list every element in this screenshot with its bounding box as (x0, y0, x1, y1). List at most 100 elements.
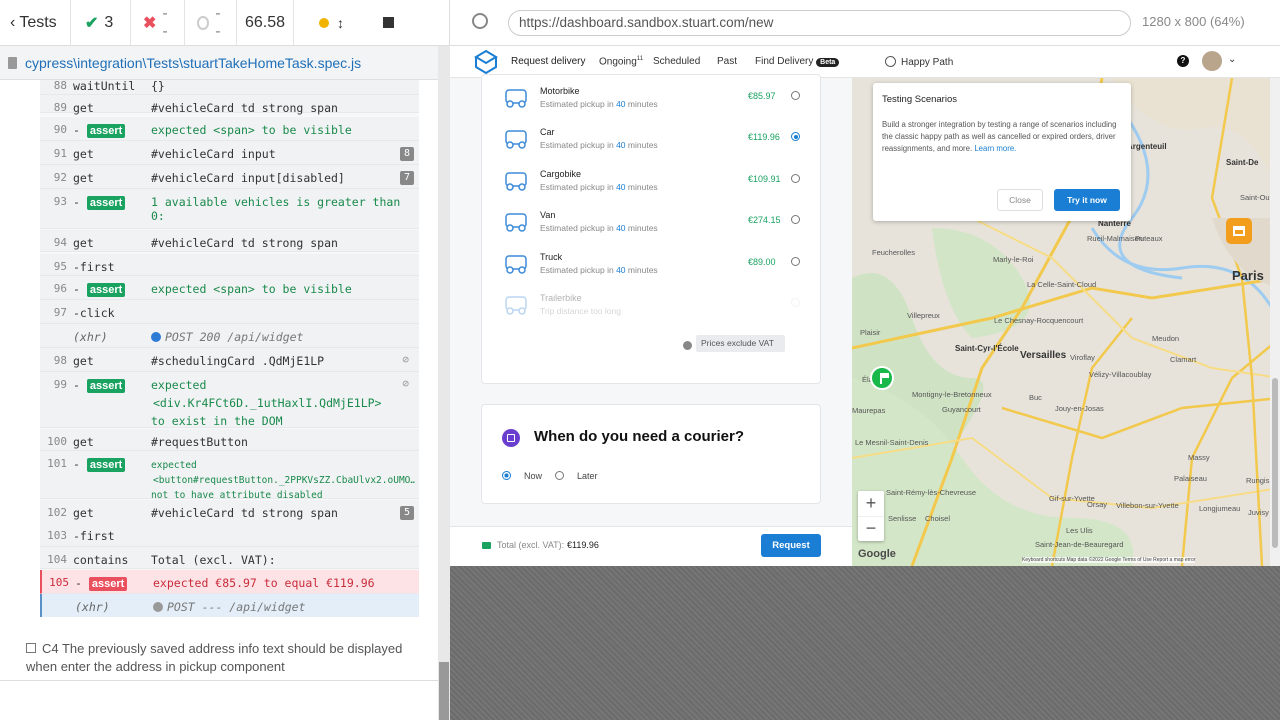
message-line-3: to exist in the DOM (151, 414, 283, 428)
command-name: -first (73, 529, 115, 543)
assert-badge: assert (86, 379, 126, 393)
eta-minutes: 40 (616, 140, 626, 150)
try-it-now-button[interactable]: Try it now (1054, 189, 1120, 211)
command-log-row[interactable]: 102 get #vehicleCard td strong span 5 (40, 500, 419, 524)
command-log-row[interactable]: 98 get #schedulingCard .QdMjE1LP ⊘ (40, 348, 419, 372)
vehicle-option[interactable]: Truck Estimated pickup in 40 minutes €89.0… (502, 252, 802, 282)
chevron-left-icon: ‹ (10, 13, 16, 31)
map-place-label: Massy (1188, 453, 1210, 462)
command-log-row[interactable]: (xhr) POST 200 /api/widget (40, 324, 419, 348)
command-log-row[interactable]: 100 get #requestButton (40, 429, 419, 451)
map-place-label: Choisel (925, 514, 951, 523)
map-place-label: Jouy-en-Josas (1055, 404, 1104, 413)
close-button[interactable]: Close (997, 189, 1043, 211)
command-log-row[interactable]: (xhr) POST --- /api/widget (40, 594, 419, 617)
vehicle-option[interactable]: Motorbike Estimated pickup in 40 minutes €… (502, 86, 802, 116)
nav-find-delivery[interactable]: Find Delivery Beta (755, 56, 840, 67)
element-count-badge: 7 (400, 171, 414, 185)
command-log-row[interactable]: 99 - assert-assert expected <div.Kr4FCt6D.… (40, 372, 419, 428)
url-input[interactable]: https://dashboard.sandbox.stuart.com/new (508, 10, 1131, 36)
unused-viewport-area (450, 566, 1280, 720)
map-place-label: Palaiseau (1174, 474, 1207, 483)
line-number: 93 (53, 195, 67, 208)
map-attribution[interactable]: Keyboard shortcuts Map data ©2022 Google… (1022, 557, 1196, 563)
command-log-row[interactable]: 101 - assert-assert expected <button#reque… (40, 451, 419, 501)
radio-icon (791, 298, 800, 307)
vehicle-option[interactable]: Van Estimated pickup in 40 minutes €274.15 (502, 210, 802, 240)
command-log-row[interactable]: 88 waitUntil {} (40, 80, 419, 95)
viewport-size: 1280 x 800 (64%) (1142, 14, 1245, 29)
command-log-row[interactable]: 103 -first (40, 523, 419, 547)
radio-icon[interactable] (791, 91, 800, 100)
page-scrollbar-thumb[interactable] (1272, 378, 1278, 548)
nav-past[interactable]: Past (717, 56, 737, 67)
runner-scrollbar[interactable] (438, 46, 450, 720)
command-log-row[interactable]: 94 get #vehicleCard td strong span (40, 230, 419, 252)
command-log-row[interactable]: 105 - assert-assert expected €85.97 to eq… (40, 570, 419, 594)
stuart-logo-icon[interactable] (474, 50, 498, 74)
zoom-out-button[interactable]: − (858, 516, 884, 541)
command-log-row[interactable]: 89 get #vehicleCard td strong span (40, 95, 419, 115)
chevron-down-icon[interactable]: ⌄ (1228, 54, 1236, 65)
avatar[interactable] (1202, 51, 1222, 71)
eta-prefix: Estimated pickup in (540, 140, 617, 150)
element-count-badge: 8 (400, 147, 414, 161)
command-message: expected <span> to be visible (151, 123, 352, 137)
crosshair-icon[interactable] (472, 13, 488, 29)
cash-icon (482, 542, 491, 549)
scrollbar-thumb[interactable] (439, 662, 449, 720)
nav-scheduled[interactable]: Scheduled (653, 56, 700, 67)
pending-test-c4[interactable]: C4 The previously saved address info tex… (26, 640, 426, 676)
eta-prefix: Estimated pickup in (540, 265, 617, 275)
command-log-row[interactable]: 97 -click (40, 300, 419, 324)
happy-path-selector[interactable]: Happy Path (885, 56, 953, 68)
radio-icon[interactable] (791, 257, 800, 266)
command-name: get (73, 171, 94, 185)
later-radio[interactable]: Later (555, 471, 598, 481)
autoscroll-icon[interactable]: ↕ (337, 15, 344, 31)
map-place-label: Rungis (1246, 476, 1270, 485)
map[interactable]: Argenteuil Saint-De Nanterre Rueil-Malmaiso… (852, 78, 1280, 566)
vehicle-option[interactable]: Car Estimated pickup in 40 minutes €119.96 (502, 127, 802, 157)
flag-marker-icon[interactable] (870, 366, 894, 390)
nav-ongoing[interactable]: Ongoing11 (599, 56, 643, 67)
stuart-dashboard: Request delivery Ongoing11 Scheduled Pas… (450, 46, 1280, 566)
tests-button[interactable]: ‹ Tests (0, 0, 71, 46)
cypress-runner-panel: ‹ Tests ✔ 3 ✖ -- -- 66.58 ↕ cypress\inte… (0, 0, 450, 720)
command-log-row[interactable]: 104 contains Total (excl. VAT): (40, 547, 419, 569)
command-log-row[interactable]: 93 - assert-assert 1 available vehicles i… (40, 189, 419, 243)
radio-icon[interactable] (791, 174, 800, 183)
failed-stat: ✖ -- (131, 0, 185, 46)
element-count-badge: 5 (400, 506, 414, 520)
command-message: expected <div.Kr4FCt6D._1utHaxlI.QdMjE1LP… (151, 378, 381, 428)
radio-icon[interactable] (791, 215, 800, 224)
map-place-label: Vélizy-Villacoublay (1089, 370, 1152, 379)
command-log-row[interactable]: 92 get #vehicleCard input[disabled] 7 (40, 165, 419, 189)
zoom-in-button[interactable]: + (858, 491, 884, 516)
command-log-row[interactable]: 96 - assert-assert expected <span> to be … (40, 276, 419, 300)
spec-file-bar[interactable]: cypress\integration\Tests\stuartTakeHome… (0, 46, 438, 80)
map-place-label: Guyancourt (942, 405, 981, 414)
message-line-1: expected <span> to be visible (151, 123, 352, 137)
message-line-1: #vehicleCard input (151, 147, 276, 161)
vehicle-option[interactable]: Cargobike Estimated pickup in 40 minutes €… (502, 169, 802, 199)
command-log-row[interactable]: 90 - assert-assert expected <span> to be … (40, 117, 419, 141)
command-log-row[interactable]: 91 get #vehicleCard input 8 (40, 141, 419, 165)
nav-request-delivery[interactable]: Request delivery (511, 56, 585, 67)
globe-icon (885, 56, 896, 67)
request-button[interactable]: Request (761, 534, 821, 557)
xhr-done-icon (151, 332, 161, 342)
page-scrollbar[interactable] (1270, 78, 1280, 566)
store-marker-icon[interactable] (1226, 218, 1252, 244)
radio-selected-icon[interactable] (791, 132, 800, 141)
now-radio[interactable]: Now (502, 471, 542, 481)
vehicle-price: €274.15 (748, 215, 781, 225)
eta-suffix: minutes (625, 140, 658, 150)
help-icon[interactable]: ? (1177, 55, 1189, 67)
stop-button[interactable] (369, 0, 407, 46)
command-log-row[interactable]: 95 -first (40, 254, 419, 276)
command-name: get (73, 101, 94, 115)
learn-more-link[interactable]: Learn more. (974, 144, 1016, 153)
message-line-1: expected <span> to be visible (151, 282, 352, 296)
map-place-label: Meudon (1152, 334, 1180, 343)
